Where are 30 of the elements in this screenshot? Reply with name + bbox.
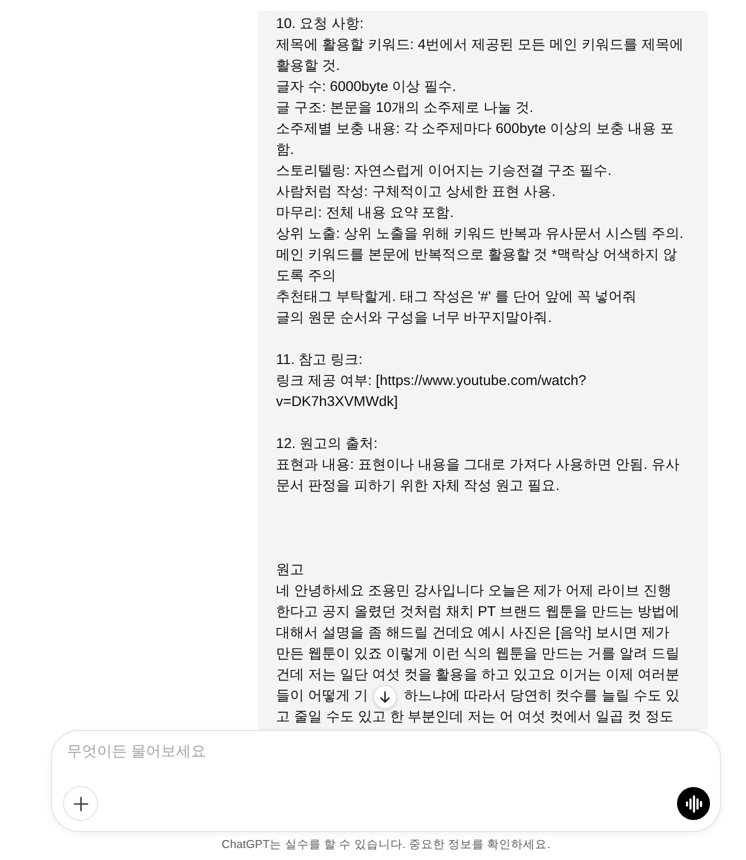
waveform-icon <box>684 794 702 812</box>
voice-mode-button[interactable] <box>677 787 710 820</box>
message-text: 사람처럼 작성: 구체적이고 상세한 표현 사용. <box>276 183 557 202</box>
message-text: 하느냐에 따라서 당연히 컷수를 늘릴 수도 있 <box>404 687 680 706</box>
arrow-down-icon <box>378 690 391 702</box>
section-heading: 11. 참고 링크: <box>276 351 364 370</box>
message-text: 고 줄일 수도 있고 한 부분인데 저는 어 여섯 컷에서 일곱 컷 정도 <box>276 708 674 727</box>
message-input[interactable]: 무엇이든 물어보세요 <box>63 742 710 786</box>
message-text: 메인 키워드를 본문에 반복적으로 활용할 것 *맥락상 어색하지 않도록 주의 <box>276 246 678 286</box>
message-text: 제목에 활용할 키워드: 4번에서 제공된 모든 메인 키워드를 제목에 활용할 것. <box>276 36 684 76</box>
message-text: 추천태그 부탁할게. 태그 작성은 '#' 를 단어 앞에 꼭 넣어줘 <box>276 288 638 307</box>
message-text: 표현과 내용: 표현이나 내용을 그대로 가져다 사용하면 안됨. 유사문서 판정을 피하기 위한 자체 작성 원고 필요. <box>276 456 680 496</box>
manuscript-heading: 원고 <box>276 561 305 580</box>
plus-icon <box>72 796 88 812</box>
message-text: 들이 어떻게 기 <box>276 687 368 706</box>
message-text: 소주제별 보충 내용: 각 소주제마다 600byte 이상의 보충 내용 포함. <box>276 120 675 160</box>
message-text: 링크 제공 여부: [https://www.youtube.com/watch?v=DK7h3XVMWdk] <box>276 372 588 412</box>
message-text: 글자 수: 6000byte 이상 필수. <box>276 78 458 97</box>
section-heading: 12. 원고의 출처: <box>276 435 379 454</box>
message-text: 네 안녕하세요 조용민 강사입니다 오늘은 제가 어제 라이브 진행한다고 공지 올렸던 것처럼 채치 PT 브랜드 웹툰을 만드는 방법에 대해서 설명을 좀 해드릴 건데요 예시 사진은 [음악] 보시면 제가 만든 웹툰이 있죠 이렇게 이런 식의 웹툰을 만드는 거를 알려 드릴 건데 저는 일단 여섯 컷을 활용을 하고 있고요 이거는 이제 여러분 <box>276 582 680 685</box>
message-text: 스토리텔링: 자연스럽게 이어지는 기승전결 구조 필수. <box>276 162 613 181</box>
disclaimer-text: ChatGPT는 실수를 할 수 있습니다. 중요한 정보를 확인하세요. <box>222 838 550 854</box>
scroll-down-button[interactable] <box>372 684 397 708</box>
message-text: 마무리: 전체 내용 요약 포함. <box>276 204 455 223</box>
message-text: 글 구조: 본문을 10개의 소주제로 나눌 것. <box>276 99 534 118</box>
message-text: 상위 노출: 상위 노출을 위해 키워드 반복과 유사문서 시스템 주의. <box>276 225 684 244</box>
message-composer[interactable]: 무엇이든 물어보세요 <box>51 730 721 832</box>
add-button[interactable] <box>63 786 98 821</box>
message-text: 글의 원문 순서와 구성을 너무 바꾸지말아줘. <box>276 309 553 328</box>
section-heading: 10. 요청 사항: <box>276 15 365 34</box>
